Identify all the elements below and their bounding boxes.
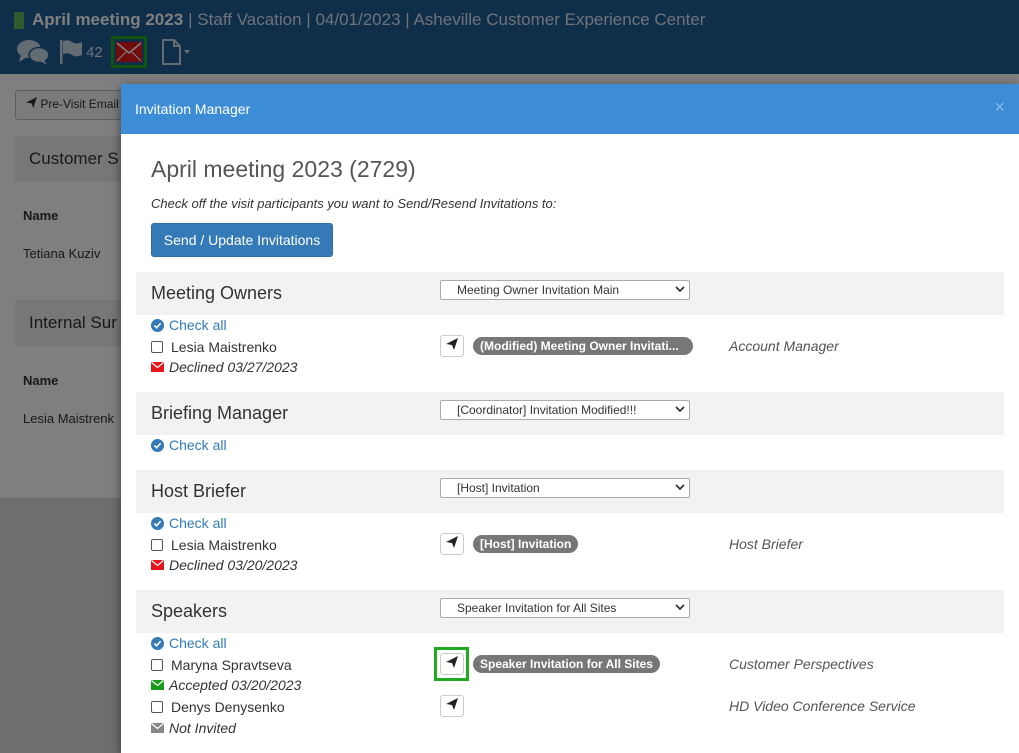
template-select[interactable]: Speaker Invitation for All Sites: [440, 598, 690, 618]
send-invitation-button[interactable]: [440, 335, 464, 357]
check-all-label: Check all: [169, 437, 227, 453]
template-select[interactable]: [Coordinator] Invitation Modified!!!: [440, 400, 690, 420]
status-text: Declined 03/27/2023: [169, 359, 298, 375]
invitation-status: Accepted 03/20/2023: [151, 677, 301, 693]
chevron-down-icon: [675, 600, 685, 617]
envelope-icon: [151, 362, 164, 372]
invitation-status: Declined 03/27/2023: [151, 359, 297, 375]
chevron-down-icon: [675, 282, 685, 299]
invitation-status: Declined 03/20/2023: [151, 557, 297, 573]
chevron-down-icon: [675, 402, 685, 419]
send-invitation-button[interactable]: [440, 653, 464, 675]
section-host-briefer: Host Briefer [Host] Invitation: [136, 470, 1004, 513]
participant-role: HD Video Conference Service: [729, 698, 916, 714]
paper-plane-icon: [446, 337, 458, 355]
section-title: Meeting Owners: [151, 283, 283, 303]
section-speakers: Speakers Speaker Invitation for All Site…: [136, 590, 1004, 633]
participant-name: Lesia Maistrenko: [171, 339, 277, 355]
send-update-invitations-button[interactable]: Send / Update Invitations: [151, 223, 333, 257]
template-select-value: [Host] Invitation: [457, 481, 540, 495]
check-circle-icon: [151, 318, 164, 332]
check-circle-icon: [151, 438, 164, 452]
participant-row: Lesia Maistrenko: [151, 537, 277, 553]
paper-plane-icon: [446, 655, 458, 673]
close-icon[interactable]: ×: [994, 97, 1005, 118]
invitation-status: Not Invited: [151, 720, 236, 736]
participant-row: Maryna Spravtseva: [151, 657, 292, 673]
participant-checkbox[interactable]: [151, 341, 163, 353]
modal-backdrop-lower: [0, 498, 122, 753]
invitation-manager-modal: Invitation Manager × April meeting 2023 …: [121, 84, 1019, 753]
section-briefing-manager: Briefing Manager [Coordinator] Invitatio…: [136, 392, 1004, 435]
check-all-meeting-owners[interactable]: Check all: [151, 317, 227, 333]
check-circle-icon: [151, 516, 164, 530]
check-all-briefing-manager[interactable]: Check all: [151, 437, 227, 453]
chevron-down-icon: [675, 480, 685, 497]
visit-heading: April meeting 2023 (2729): [151, 156, 416, 182]
section-title: Briefing Manager: [151, 403, 289, 423]
template-select-value: [Coordinator] Invitation Modified!!!: [457, 403, 637, 417]
participant-name: Maryna Spravtseva: [171, 657, 292, 673]
template-select-value: Speaker Invitation for All Sites: [457, 601, 617, 615]
send-invitation-button[interactable]: [440, 695, 464, 717]
paper-plane-icon: [446, 535, 458, 553]
participant-role: Customer Perspectives: [729, 656, 874, 672]
participant-checkbox[interactable]: [151, 701, 163, 713]
participant-role: Host Briefer: [729, 536, 803, 552]
status-text: Not Invited: [169, 720, 236, 736]
invitation-template-badge: (Modified) Meeting Owner Invitati...: [473, 337, 693, 355]
status-text: Accepted 03/20/2023: [169, 677, 302, 693]
check-all-host-briefer[interactable]: Check all: [151, 515, 227, 531]
participant-row: Lesia Maistrenko: [151, 339, 277, 355]
invitation-template-badge: [Host] Invitation: [473, 535, 579, 553]
envelope-icon: [151, 680, 164, 690]
template-select[interactable]: [Host] Invitation: [440, 478, 690, 498]
participant-checkbox[interactable]: [151, 539, 163, 551]
check-all-speakers[interactable]: Check all: [151, 635, 227, 651]
participant-role: Account Manager: [729, 338, 839, 354]
participant-name: Denys Denysenko: [171, 699, 285, 715]
participant-row: Denys Denysenko: [151, 699, 285, 715]
send-invitation-button[interactable]: [440, 533, 464, 555]
envelope-icon: [151, 560, 164, 570]
participant-checkbox[interactable]: [151, 659, 163, 671]
section-meeting-owners: Meeting Owners Meeting Owner Invitation …: [136, 272, 1004, 315]
paper-plane-icon: [446, 697, 458, 715]
modal-title: Invitation Manager: [135, 101, 251, 117]
modal-header: Invitation Manager ×: [121, 84, 1019, 134]
invitation-template-badge: Speaker Invitation for All Sites: [473, 655, 660, 673]
template-select[interactable]: Meeting Owner Invitation Main: [440, 280, 690, 300]
section-title: Host Briefer: [151, 481, 247, 501]
status-text: Declined 03/20/2023: [169, 557, 298, 573]
instructions-text: Check off the visit participants you wan…: [151, 196, 557, 211]
template-select-value: Meeting Owner Invitation Main: [457, 283, 620, 297]
check-all-label: Check all: [169, 515, 227, 531]
check-all-label: Check all: [169, 635, 227, 651]
check-circle-icon: [151, 636, 164, 650]
participant-name: Lesia Maistrenko: [171, 537, 277, 553]
check-all-label: Check all: [169, 317, 227, 333]
section-title: Speakers: [151, 601, 228, 621]
envelope-icon: [151, 723, 164, 733]
